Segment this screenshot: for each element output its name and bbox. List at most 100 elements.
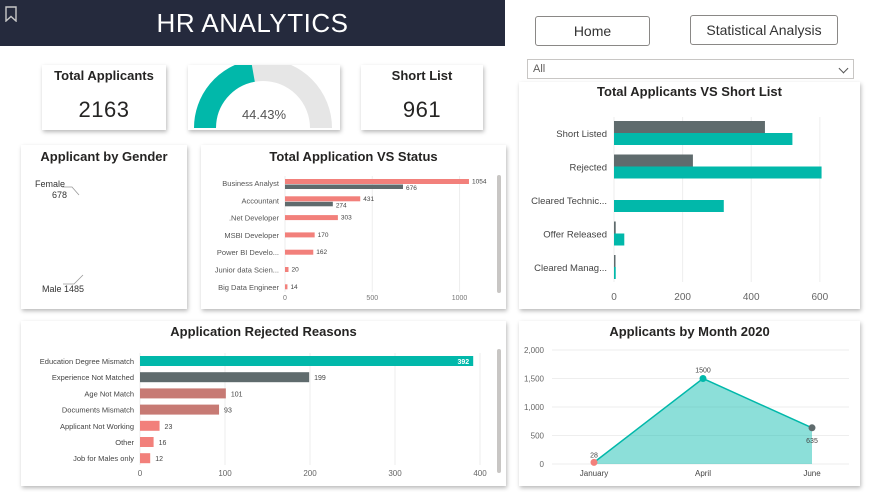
status-data-label-secondary: 274	[336, 202, 347, 209]
month-x-tick: January	[580, 469, 608, 478]
month-x-tick: June	[803, 469, 821, 478]
month-y-tick: 500	[531, 432, 545, 441]
rejected-bar[interactable]	[140, 437, 154, 447]
shortlist-x-tick: 600	[812, 292, 829, 303]
status-data-label: 170	[318, 232, 329, 239]
rejected-bar[interactable]	[140, 420, 160, 431]
status-scrollbar[interactable]	[497, 175, 501, 293]
rejected-x-tick: 0	[138, 469, 143, 478]
chevron-down-icon	[838, 63, 849, 74]
shortlist-bar-teal[interactable]	[614, 166, 822, 179]
rejected-data-label: 23	[165, 424, 173, 431]
rejected-x-tick: 100	[218, 469, 232, 478]
rejected-bar[interactable]	[140, 453, 151, 464]
rejected-scrollbar[interactable]	[497, 349, 501, 473]
short-list-title: Short List	[391, 68, 453, 83]
status-data-label: 162	[316, 249, 327, 256]
rejected-category-label: Documents Mismatch	[62, 406, 134, 415]
status-category-label: Big Data Engineer	[218, 283, 279, 292]
label-female: Female	[35, 179, 65, 189]
status-data-label: 14	[290, 284, 298, 291]
rejected-bar[interactable]	[140, 388, 226, 399]
status-category-label: Accountant	[241, 196, 279, 205]
shortlist-category-label: Cleared Manag...	[534, 263, 607, 274]
rejected-category-label: Applicant Not Working	[60, 422, 134, 431]
status-category-label: Junior data Scien...	[215, 266, 279, 275]
month-area-chart: 0 500 1,000 1,500 2,000 28 January 1500 April 635…	[524, 346, 849, 478]
rejected-card: Application Rejected Reasons 0 100 200 300 4…	[21, 321, 506, 486]
shortlist-bar-teal[interactable]	[614, 133, 793, 145]
rejected-bar[interactable]	[140, 372, 310, 383]
status-data-label: 431	[363, 196, 374, 203]
shortlist-bar-teal[interactable]	[614, 200, 724, 212]
status-category-label: .Net Developer	[229, 214, 280, 223]
status-bar-secondary[interactable]	[285, 201, 333, 207]
month-y-tick: 1,500	[524, 375, 545, 384]
short-list-value: 961	[402, 97, 442, 122]
status-bar[interactable]	[285, 249, 314, 255]
month-data-label: 28	[590, 452, 598, 459]
status-bar[interactable]	[285, 232, 315, 238]
rejected-bar[interactable]	[140, 404, 220, 415]
shortlist-x-tick: 0	[611, 292, 617, 303]
status-bar-chart: 0 500 1000 Business Analyst 1054 676 Accountan…	[215, 175, 501, 302]
rejected-data-label: 16	[159, 440, 167, 447]
status-bar-secondary[interactable]	[285, 184, 403, 190]
status-data-label: 303	[341, 215, 352, 222]
month-area-fill	[594, 378, 812, 464]
month-data-point[interactable]	[808, 424, 816, 432]
shortlist-bar-gray[interactable]	[614, 121, 765, 133]
shortlist-bar-chart: 0 200 400 600 Short Listed Rejected Cleared Te…	[531, 117, 829, 303]
rejected-x-tick: 200	[303, 469, 317, 478]
status-bar[interactable]	[285, 215, 338, 221]
status-x-tick: 500	[366, 295, 378, 302]
status-category-label: MSBI Developer	[224, 231, 279, 240]
month-y-tick: 0	[540, 460, 545, 469]
home-button[interactable]: Home	[535, 16, 650, 46]
short-list-card: Short List 961	[361, 65, 483, 130]
shortlist-card: Total Applicants VS Short List 0 200 400 60…	[519, 82, 860, 309]
status-x-tick: 1000	[452, 295, 468, 302]
month-data-point[interactable]	[699, 375, 707, 382]
filter-dropdown[interactable]: All	[527, 59, 854, 79]
filter-selected-value: All	[533, 63, 546, 75]
month-y-tick: 1,000	[524, 403, 545, 412]
label-male: Male 1485	[42, 284, 84, 294]
shortlist-x-tick: 200	[674, 292, 691, 303]
total-applicants-card: Total Applicants 2163	[42, 65, 166, 130]
rejected-data-label: 93	[224, 408, 232, 415]
shortlist-bar-teal[interactable]	[614, 233, 625, 246]
shortlist-bar-gray[interactable]	[614, 255, 616, 267]
status-bar[interactable]	[285, 196, 361, 202]
rejected-bar[interactable]	[140, 356, 474, 366]
month-x-tick: April	[695, 469, 711, 478]
month-data-label: 1500	[695, 368, 711, 375]
status-bar[interactable]	[285, 179, 469, 184]
month-card: Applicants by Month 2020 0 500 1,000 1,500 2…	[519, 321, 860, 486]
status-card: Total Application VS Status 0 500 1000 Busi…	[201, 145, 506, 309]
statistical-analysis-button[interactable]: Statistical Analysis	[690, 15, 838, 45]
month-data-point[interactable]	[590, 458, 598, 466]
status-data-label: 20	[291, 267, 299, 274]
gauge-value: 44.43%	[241, 107, 287, 122]
shortlist-bar-gray[interactable]	[614, 221, 616, 234]
total-applicants-value: 2163	[78, 97, 130, 122]
rejected-category-label: Experience Not Matched	[52, 373, 134, 382]
total-applicants-title: Total Applicants	[54, 68, 154, 83]
rejected-x-tick: 300	[388, 469, 402, 478]
shortlist-bar-gray[interactable]	[614, 154, 693, 167]
rejected-data-label: 392	[458, 359, 470, 366]
gender-donut-chart: Female678 Male 1485	[35, 179, 84, 294]
status-bar[interactable]	[285, 267, 289, 272]
status-category-label: Power BI Develo...	[217, 248, 279, 257]
shortlist-bar-teal[interactable]	[614, 267, 616, 279]
status-category-label: Business Analyst	[222, 179, 280, 188]
status-data-label-secondary: 676	[406, 185, 417, 192]
shortlist-category-label: Cleared Technic...	[531, 196, 607, 207]
status-bar[interactable]	[285, 284, 288, 290]
rejected-data-label: 12	[155, 456, 163, 463]
page-title: HR ANALYTICS	[156, 8, 349, 38]
shortlist-gauge-card: 44.43%	[188, 65, 340, 130]
value-female: 678	[52, 190, 67, 200]
status-x-tick: 0	[283, 295, 287, 302]
